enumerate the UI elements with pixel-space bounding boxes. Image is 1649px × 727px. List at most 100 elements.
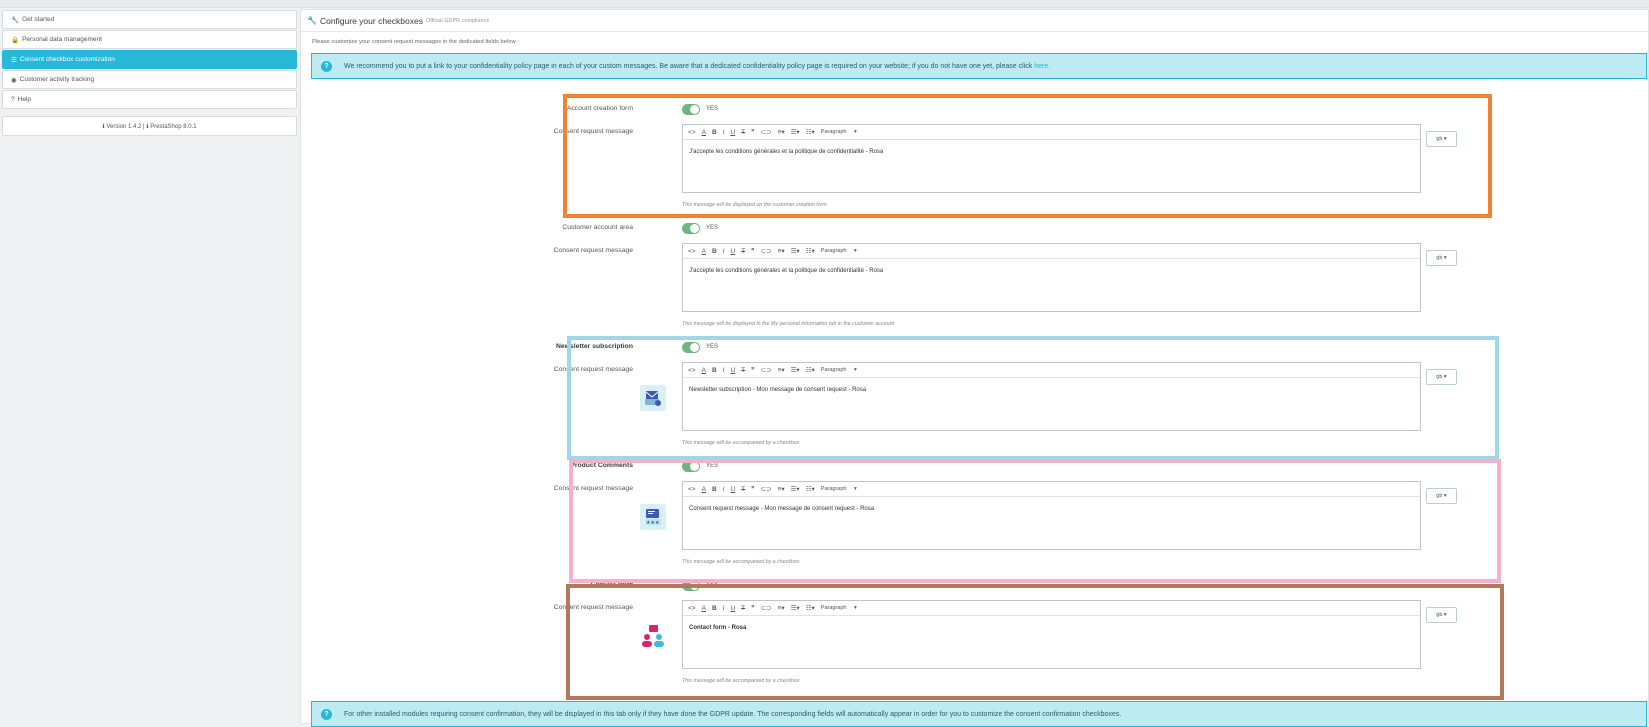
- code-icon[interactable]: <>: [688, 486, 696, 493]
- paragraph-label: Paragraph: [820, 486, 847, 492]
- align-icon[interactable]: ≡▾: [778, 247, 785, 255]
- link-icon[interactable]: ⊂⊃: [761, 604, 772, 612]
- toggle-yes-label: YES: [706, 582, 719, 588]
- align-icon[interactable]: ≡▾: [778, 366, 785, 374]
- text-color-icon[interactable]: A: [702, 129, 706, 136]
- sidebar-item-get-started[interactable]: 🔧 Get started: [2, 10, 297, 29]
- italic-icon[interactable]: I: [723, 486, 725, 493]
- paragraph-select[interactable]: Paragraph ▾: [821, 605, 857, 611]
- consent-label: Consent request message: [553, 366, 633, 373]
- italic-icon[interactable]: I: [723, 367, 725, 374]
- user-circle-icon: ◉: [11, 76, 17, 84]
- quote-icon[interactable]: ❞: [751, 128, 755, 136]
- strikethrough-icon[interactable]: T: [741, 367, 745, 374]
- editor-content[interactable]: Consent request message - Mon message de…: [683, 497, 1420, 521]
- rich-text-editor[interactable]: <> A B I U T ❞ ⊂⊃ ≡▾ ☰▾ ☷▾ Paragraph ▾ Contact form…: [682, 600, 1421, 669]
- language-select[interactable]: gb ▾: [1426, 488, 1457, 504]
- consent-label: Consent request message: [553, 128, 633, 135]
- sidebar-item-consent-checkbox[interactable]: ☰ Consent checkbox customization: [2, 50, 297, 69]
- toggle-switch[interactable]: [682, 104, 700, 115]
- language-label: gb: [1436, 136, 1443, 142]
- italic-icon[interactable]: I: [723, 129, 725, 136]
- code-icon[interactable]: <>: [688, 248, 696, 255]
- editor-content[interactable]: Contact form - Rosa: [683, 616, 1420, 640]
- code-icon[interactable]: <>: [688, 367, 696, 374]
- rich-text-editor[interactable]: <> A B I U T ❞ ⊂⊃ ≡▾ ☰▾ ☷▾ Paragraph ▾ Newsletter s…: [682, 362, 1421, 431]
- underline-icon[interactable]: U: [730, 248, 735, 255]
- toggle-switch[interactable]: [682, 223, 700, 234]
- paragraph-select[interactable]: Paragraph ▾: [821, 486, 857, 492]
- bullet-list-icon[interactable]: ☰▾: [791, 366, 800, 374]
- sidebar-item-activity-tracking[interactable]: ◉ Customer activity tracking: [2, 70, 297, 89]
- text-color-icon[interactable]: A: [702, 367, 706, 374]
- language-select[interactable]: gb ▾: [1426, 131, 1457, 147]
- question-icon: ?: [11, 96, 15, 103]
- text-color-icon[interactable]: A: [702, 486, 706, 493]
- editor-content[interactable]: Newsletter subscription - Mon message de…: [683, 378, 1420, 402]
- toggle-switch[interactable]: [682, 580, 700, 591]
- quote-icon[interactable]: ❞: [751, 247, 755, 255]
- editor-content[interactable]: J'accepte les conditions générales et la…: [683, 140, 1420, 164]
- help-text: This message will be accompanied by a ch…: [682, 440, 800, 446]
- bullet-list-icon[interactable]: ☰▾: [791, 247, 800, 255]
- consent-label: Consent request message: [553, 604, 633, 611]
- link-icon[interactable]: ⊂⊃: [761, 366, 772, 374]
- align-icon[interactable]: ≡▾: [778, 485, 785, 493]
- language-select[interactable]: gb ▾: [1426, 607, 1457, 623]
- bullet-list-icon[interactable]: ☰▾: [791, 128, 800, 136]
- paragraph-select[interactable]: Paragraph ▾: [821, 248, 857, 254]
- align-icon[interactable]: ≡▾: [778, 128, 785, 136]
- paragraph-select[interactable]: Paragraph ▾: [821, 367, 857, 373]
- quote-icon[interactable]: ❞: [751, 366, 755, 374]
- bullet-list-icon[interactable]: ☰▾: [791, 604, 800, 612]
- info-alert-bottom: ? For other installed modules requiring …: [311, 701, 1647, 727]
- numbered-list-icon[interactable]: ☷▾: [806, 485, 815, 493]
- sidebar-item-personal-data[interactable]: 🔒 Personal data management: [2, 30, 297, 49]
- numbered-list-icon[interactable]: ☷▾: [806, 366, 815, 374]
- underline-icon[interactable]: U: [730, 367, 735, 374]
- rich-text-editor[interactable]: <> A B I U T ❞ ⊂⊃ ≡▾ ☰▾ ☷▾ Paragraph ▾ J'accepte le…: [682, 243, 1421, 312]
- bold-icon[interactable]: B: [712, 248, 717, 255]
- underline-icon[interactable]: U: [730, 486, 735, 493]
- strikethrough-icon[interactable]: T: [741, 605, 745, 612]
- rich-text-editor[interactable]: <> A B I U T ❞ ⊂⊃ ≡▾ ☰▾ ☷▾ Paragraph ▾ Consent requ…: [682, 481, 1421, 550]
- bold-icon[interactable]: B: [712, 129, 717, 136]
- editor-content[interactable]: J'accepte les conditions générales et la…: [683, 259, 1420, 283]
- align-icon[interactable]: ≡▾: [778, 604, 785, 612]
- toggle-switch[interactable]: [682, 342, 700, 353]
- confidentiality-link[interactable]: here.: [1034, 63, 1050, 70]
- text-color-icon[interactable]: A: [702, 605, 706, 612]
- code-icon[interactable]: <>: [688, 605, 696, 612]
- strikethrough-icon[interactable]: T: [741, 129, 745, 136]
- language-select[interactable]: gb ▾: [1426, 250, 1457, 266]
- underline-icon[interactable]: U: [730, 129, 735, 136]
- numbered-list-icon[interactable]: ☷▾: [806, 604, 815, 612]
- underline-icon[interactable]: U: [730, 605, 735, 612]
- bold-icon[interactable]: B: [712, 605, 717, 612]
- quote-icon[interactable]: ❞: [751, 604, 755, 612]
- link-icon[interactable]: ⊂⊃: [761, 247, 772, 255]
- link-icon[interactable]: ⊂⊃: [761, 485, 772, 493]
- italic-icon[interactable]: I: [723, 248, 725, 255]
- italic-icon[interactable]: I: [723, 605, 725, 612]
- help-text: This message will be displayed on the cu…: [682, 202, 827, 208]
- bold-icon[interactable]: B: [712, 367, 717, 374]
- bold-icon[interactable]: B: [712, 486, 717, 493]
- sidebar-item-help[interactable]: ? Help: [2, 90, 297, 109]
- toggle-switch[interactable]: [682, 461, 700, 472]
- section-label: Customer account area: [562, 224, 633, 231]
- strikethrough-icon[interactable]: T: [741, 248, 745, 255]
- rich-text-editor[interactable]: <> A B I U T ❞ ⊂⊃ ≡▾ ☰▾ ☷▾ Paragraph ▾ J'accepte le…: [682, 124, 1421, 193]
- strikethrough-icon[interactable]: T: [741, 486, 745, 493]
- paragraph-label: Paragraph: [820, 129, 847, 135]
- language-select[interactable]: gb ▾: [1426, 369, 1457, 385]
- link-icon[interactable]: ⊂⊃: [761, 128, 772, 136]
- code-icon[interactable]: <>: [688, 129, 696, 136]
- numbered-list-icon[interactable]: ☷▾: [806, 128, 815, 136]
- section-label: Newsletter subscription: [555, 343, 633, 350]
- quote-icon[interactable]: ❞: [751, 485, 755, 493]
- bullet-list-icon[interactable]: ☰▾: [791, 485, 800, 493]
- paragraph-select[interactable]: Paragraph ▾: [821, 129, 857, 135]
- numbered-list-icon[interactable]: ☷▾: [806, 247, 815, 255]
- text-color-icon[interactable]: A: [702, 248, 706, 255]
